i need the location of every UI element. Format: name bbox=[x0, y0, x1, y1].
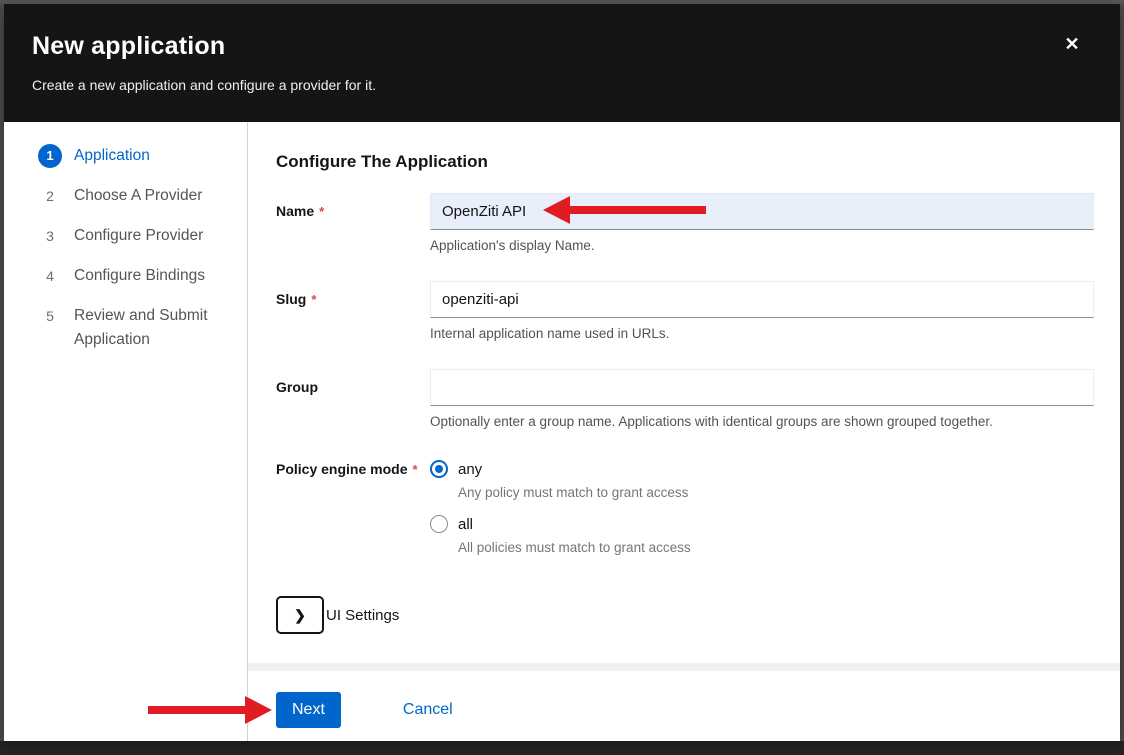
policy-mode-all-option[interactable]: all bbox=[430, 515, 1094, 533]
ui-settings-section: ❯ UI Settings bbox=[276, 596, 1094, 634]
required-indicator: * bbox=[319, 204, 324, 219]
required-indicator: * bbox=[311, 292, 316, 307]
step-heading: Configure The Application bbox=[276, 152, 1094, 172]
slug-form-row: Slug* Internal application name used in … bbox=[276, 281, 1094, 342]
wizard-step-configure-bindings[interactable]: 4 Configure Bindings bbox=[38, 264, 233, 288]
step-number-badge: 1 bbox=[38, 144, 62, 168]
step-number-badge: 3 bbox=[38, 224, 62, 248]
chevron-right-icon: ❯ bbox=[294, 607, 306, 624]
footer-separator bbox=[248, 663, 1120, 671]
slug-input[interactable] bbox=[430, 281, 1094, 318]
wizard-step-application[interactable]: 1 Application bbox=[38, 144, 233, 168]
radio-any-helper-text: Any policy must match to grant access bbox=[458, 484, 1094, 501]
close-icon[interactable]: ✕ bbox=[1060, 32, 1084, 56]
radio-all-label[interactable]: all bbox=[458, 516, 473, 533]
page-backdrop-bottom bbox=[0, 741, 1124, 755]
step-content: Configure The Application Name* Applicat… bbox=[248, 122, 1120, 663]
group-input[interactable] bbox=[430, 369, 1094, 406]
policy-mode-any-option[interactable]: any bbox=[430, 460, 1094, 478]
modal-title: New application bbox=[32, 31, 1060, 61]
required-indicator: * bbox=[412, 462, 417, 477]
step-label: Choose A Provider bbox=[74, 184, 202, 208]
modal-footer: Next Cancel bbox=[248, 671, 1120, 741]
step-number-badge: 5 bbox=[38, 304, 62, 328]
name-label: Name* bbox=[276, 193, 430, 254]
policy-engine-mode-label: Policy engine mode* bbox=[276, 460, 430, 570]
next-button[interactable]: Next bbox=[276, 692, 341, 728]
slug-helper-text: Internal application name used in URLs. bbox=[430, 325, 1094, 342]
step-number-badge: 4 bbox=[38, 264, 62, 288]
step-label: Configure Bindings bbox=[74, 264, 205, 288]
policy-engine-mode-row: Policy engine mode* any Any policy must … bbox=[276, 460, 1094, 570]
name-form-row: Name* Application's display Name. bbox=[276, 193, 1094, 254]
step-label: Configure Provider bbox=[74, 224, 203, 248]
slug-label: Slug* bbox=[276, 281, 430, 342]
group-label: Group bbox=[276, 369, 430, 430]
modal-header: New application Create a new application… bbox=[4, 4, 1120, 122]
radio-any-selected[interactable] bbox=[430, 460, 448, 478]
wizard-step-nav: 1 Application 2 Choose A Provider 3 Conf… bbox=[4, 122, 248, 741]
name-helper-text: Application's display Name. bbox=[430, 237, 1094, 254]
step-number-badge: 2 bbox=[38, 184, 62, 208]
step-label: Application bbox=[74, 144, 150, 168]
modal-subtitle: Create a new application and configure a… bbox=[32, 76, 1060, 94]
modal-body: 1 Application 2 Choose A Provider 3 Conf… bbox=[4, 122, 1120, 741]
radio-any-label[interactable]: any bbox=[458, 461, 482, 478]
ui-settings-expand-button[interactable]: ❯ bbox=[276, 596, 324, 634]
new-application-modal: New application Create a new application… bbox=[4, 4, 1120, 741]
radio-all-unselected[interactable] bbox=[430, 515, 448, 533]
cancel-link[interactable]: Cancel bbox=[403, 692, 453, 719]
ui-settings-label: UI Settings bbox=[326, 607, 399, 624]
wizard-main-column: Configure The Application Name* Applicat… bbox=[248, 122, 1120, 741]
group-form-row: Group Optionally enter a group name. App… bbox=[276, 369, 1094, 430]
wizard-step-configure-provider[interactable]: 3 Configure Provider bbox=[38, 224, 233, 248]
step-label: Review and Submit Application bbox=[74, 304, 233, 352]
wizard-step-choose-provider[interactable]: 2 Choose A Provider bbox=[38, 184, 233, 208]
name-input[interactable] bbox=[430, 193, 1094, 230]
group-helper-text: Optionally enter a group name. Applicati… bbox=[430, 413, 1094, 430]
wizard-step-review-submit[interactable]: 5 Review and Submit Application bbox=[38, 304, 233, 352]
radio-all-helper-text: All policies must match to grant access bbox=[458, 539, 1094, 556]
